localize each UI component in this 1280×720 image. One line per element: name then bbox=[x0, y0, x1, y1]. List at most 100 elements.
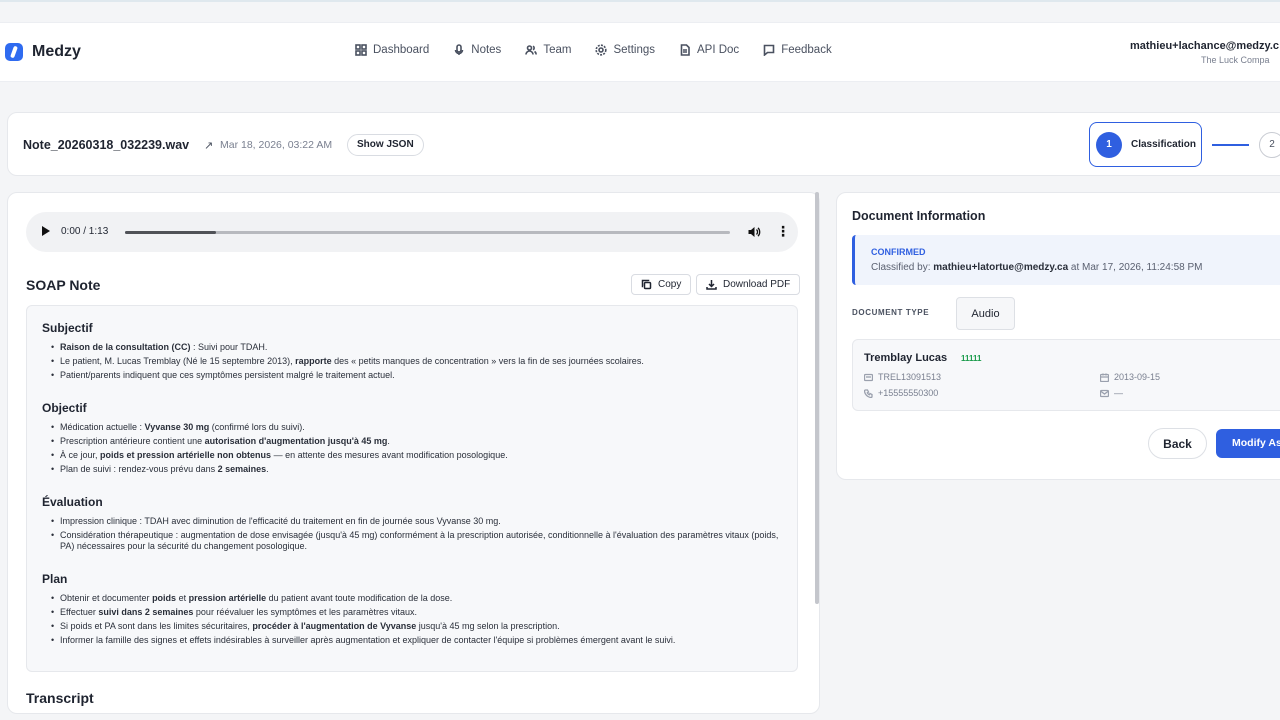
nav-team[interactable]: Team bbox=[525, 44, 571, 56]
patient-record-value: TREL13091513 bbox=[878, 372, 942, 382]
nav-feedback[interactable]: Feedback bbox=[763, 44, 832, 56]
document-type-label: DOCUMENT TYPE bbox=[852, 308, 930, 317]
patient-record: TREL13091513 bbox=[864, 372, 941, 382]
nav-team-label: Team bbox=[543, 44, 572, 56]
patient-card[interactable]: Tremblay Lucas 11111 TREL13091513 +15555… bbox=[852, 339, 1280, 411]
patient-dob-value: 2013-09-15 bbox=[1114, 372, 1161, 382]
section-list: Médication actuelle : Vyvanse 30 mg (con… bbox=[42, 422, 787, 475]
calendar-icon bbox=[1100, 373, 1109, 382]
step-classification[interactable]: 1 Classification bbox=[1089, 122, 1202, 167]
step-connector bbox=[1212, 143, 1249, 146]
patient-badge: 11111 bbox=[961, 354, 982, 363]
soap-section-plan: Plan Obtenir et documenter poids et pres… bbox=[42, 572, 787, 649]
medzy-logo-icon bbox=[5, 43, 23, 61]
list-item: Informer la famille des signes et effets… bbox=[42, 635, 787, 646]
nav-notes-label: Notes bbox=[471, 44, 502, 56]
users-icon bbox=[525, 45, 538, 55]
list-item: Patient/parents indiquent que ces symptô… bbox=[42, 370, 787, 381]
grid-icon bbox=[355, 44, 367, 56]
document-icon bbox=[680, 44, 690, 56]
scrollbar[interactable] bbox=[815, 192, 819, 604]
nav-dashboard-label: Dashboard bbox=[373, 44, 430, 56]
soap-note-body: Subjectif Raison de la consultation (CC)… bbox=[26, 305, 798, 672]
audio-progress bbox=[125, 231, 216, 234]
list-item: Effectuer suivi dans 2 semaines pour réé… bbox=[42, 607, 787, 618]
step-1-number: 1 bbox=[1096, 131, 1122, 158]
show-json-button[interactable]: Show JSON bbox=[347, 134, 424, 156]
phone-icon bbox=[864, 388, 873, 398]
list-item: Prescription antérieure contient une aut… bbox=[42, 436, 787, 447]
list-item: Obtenir et documenter poids et pression … bbox=[42, 593, 787, 604]
list-item: Médication actuelle : Vyvanse 30 mg (con… bbox=[42, 422, 787, 433]
patient-phone-value: +15555550300 bbox=[878, 388, 939, 398]
section-heading: Objectif bbox=[42, 401, 87, 415]
gear-icon bbox=[595, 44, 608, 56]
classified-by-text: Classified by: mathieu+latortue@medzy.ca… bbox=[871, 262, 1202, 273]
section-list: Raison de la consultation (CC) : Suivi p… bbox=[42, 342, 787, 381]
workflow-stepper: 1 Classification 2 bbox=[1089, 122, 1280, 167]
audio-seek-bar[interactable] bbox=[125, 231, 730, 234]
message-icon bbox=[763, 44, 775, 56]
note-title-bar: Note_20260318_032239.wav ↗ Mar 18, 2026,… bbox=[7, 112, 1280, 176]
soap-section-evaluation: Évaluation Impression clinique : TDAH av… bbox=[42, 495, 787, 555]
list-item: Si poids et PA sont dans les limites séc… bbox=[42, 621, 787, 632]
microphone-icon bbox=[454, 44, 464, 55]
user-menu[interactable]: mathieu+lachance@medzy.c The Luck Compa bbox=[1130, 40, 1280, 65]
download-pdf-button[interactable]: Download PDF bbox=[696, 274, 801, 295]
patient-email: — bbox=[1100, 388, 1123, 398]
nav-api-doc-label: API Doc bbox=[697, 44, 740, 56]
nav-dashboard[interactable]: Dashboard bbox=[355, 44, 429, 56]
note-date: Mar 18, 2026, 03:22 AM bbox=[220, 139, 333, 151]
classified-prefix: Classified by: bbox=[871, 262, 934, 273]
list-item: Considération thérapeutique : augmentati… bbox=[42, 530, 787, 552]
download-label: Download PDF bbox=[723, 279, 791, 290]
download-icon bbox=[706, 280, 717, 290]
document-info-panel: Document Information CONFIRMED Classifie… bbox=[836, 192, 1280, 480]
section-heading: Plan bbox=[42, 572, 68, 586]
nav-notes[interactable]: Notes bbox=[453, 44, 501, 56]
play-icon[interactable] bbox=[42, 226, 50, 236]
section-heading: Subjectif bbox=[42, 321, 93, 335]
section-list: Impression clinique : TDAH avec diminuti… bbox=[42, 516, 787, 552]
confirmation-banner: CONFIRMED Classified by: mathieu+latortu… bbox=[852, 235, 1280, 285]
nav-settings[interactable]: Settings bbox=[595, 44, 655, 56]
external-link-icon[interactable]: ↗ bbox=[204, 139, 213, 152]
patient-email-value: — bbox=[1114, 388, 1123, 398]
step-1-label: Classification bbox=[1131, 139, 1197, 150]
list-item: Le patient, M. Lucas Tremblay (Né le 15 … bbox=[42, 356, 787, 367]
id-card-icon bbox=[864, 373, 873, 381]
section-list: Obtenir et documenter poids et pression … bbox=[42, 593, 787, 646]
user-email: mathieu+lachance@medzy.c bbox=[1130, 40, 1279, 52]
copy-label: Copy bbox=[658, 279, 682, 290]
user-company: The Luck Compa bbox=[1201, 55, 1270, 65]
note-filename: Note_20260318_032239.wav bbox=[23, 138, 190, 152]
audio-player: 0:00 / 1:13 ⋮ bbox=[26, 212, 798, 252]
app-header: Medzy Dashboard Notes Team Settings API … bbox=[0, 22, 1280, 82]
patient-name: Tremblay Lucas bbox=[864, 352, 948, 364]
list-item: Plan de suivi : rendez-vous prévu dans 2… bbox=[42, 464, 787, 475]
classified-by-email: mathieu+latortue@medzy.ca bbox=[933, 262, 1069, 273]
soap-section-objectif: Objectif Médication actuelle : Vyvanse 3… bbox=[42, 401, 787, 478]
soap-section-subjectif: Subjectif Raison de la consultation (CC)… bbox=[42, 321, 787, 384]
document-type-value[interactable]: Audio bbox=[956, 297, 1015, 330]
classified-timestamp: at Mar 17, 2026, 11:24:58 PM bbox=[1068, 262, 1203, 273]
volume-icon[interactable] bbox=[747, 225, 761, 239]
document-info-title: Document Information bbox=[852, 209, 986, 223]
audio-time: 0:00 / 1:13 bbox=[61, 226, 109, 237]
list-item: À ce jour, poids et pression artérielle … bbox=[42, 450, 787, 461]
copy-button[interactable]: Copy bbox=[631, 274, 692, 295]
nav-settings-label: Settings bbox=[613, 44, 655, 56]
more-options-icon[interactable]: ⋮ bbox=[776, 224, 790, 238]
app-name: Medzy bbox=[32, 43, 81, 60]
note-content-panel: 0:00 / 1:13 ⋮ SOAP Note Copy Download PD… bbox=[7, 192, 820, 714]
logo[interactable]: Medzy bbox=[5, 43, 81, 61]
back-button[interactable]: Back bbox=[1148, 428, 1207, 459]
nav-api-doc[interactable]: API Doc bbox=[679, 44, 739, 56]
soap-note-title: SOAP Note bbox=[26, 277, 101, 293]
step-2-number[interactable]: 2 bbox=[1259, 131, 1280, 158]
status-badge: CONFIRMED bbox=[871, 247, 926, 257]
patient-phone: +15555550300 bbox=[864, 388, 938, 398]
copy-icon bbox=[641, 279, 652, 290]
mail-icon bbox=[1100, 389, 1109, 397]
modify-assignment-button[interactable]: Modify As bbox=[1216, 429, 1280, 458]
